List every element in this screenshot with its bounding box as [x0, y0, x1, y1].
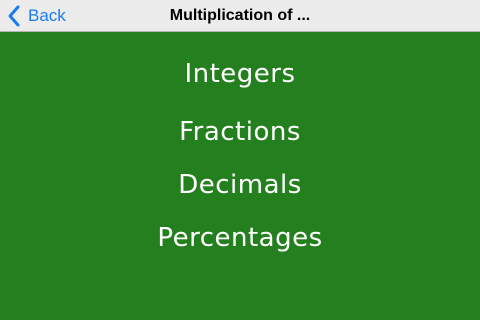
page-title: Multiplication of ...: [169, 7, 311, 24]
menu-item-integers[interactable]: Integers: [0, 56, 480, 92]
navigation-bar: Back Multiplication of ...: [0, 0, 480, 32]
chevron-left-icon: [4, 0, 26, 32]
topic-menu: Integers Fractions Decimals Percentages: [0, 32, 480, 320]
menu-item-decimals[interactable]: Decimals: [0, 167, 480, 203]
back-button[interactable]: Back: [4, 0, 66, 32]
menu-item-fractions[interactable]: Fractions: [0, 114, 480, 150]
back-label: Back: [28, 6, 66, 25]
menu-item-percentages[interactable]: Percentages: [0, 220, 480, 256]
screen: Back Multiplication of ... Integers Frac…: [0, 0, 480, 320]
